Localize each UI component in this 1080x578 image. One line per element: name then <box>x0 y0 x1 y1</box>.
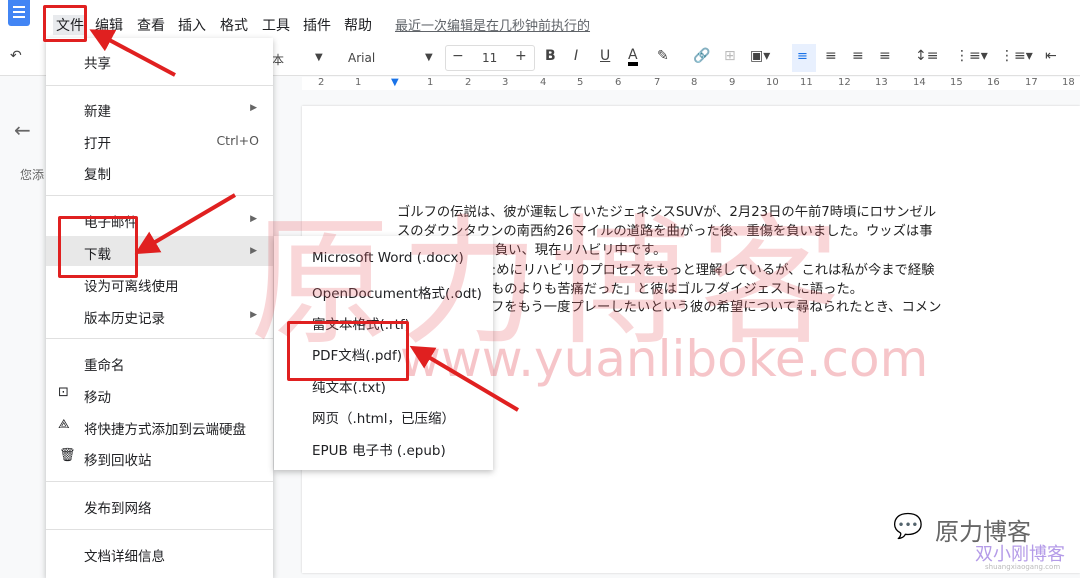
wechat-icon: 💬 <box>893 512 923 540</box>
annotation-arrows <box>89 29 520 412</box>
site-url: shuangxiaogang.com <box>985 563 1061 571</box>
arrow-to-file <box>89 29 176 77</box>
arrow-to-pdf <box>409 345 520 412</box>
arrow-to-download <box>134 193 237 255</box>
